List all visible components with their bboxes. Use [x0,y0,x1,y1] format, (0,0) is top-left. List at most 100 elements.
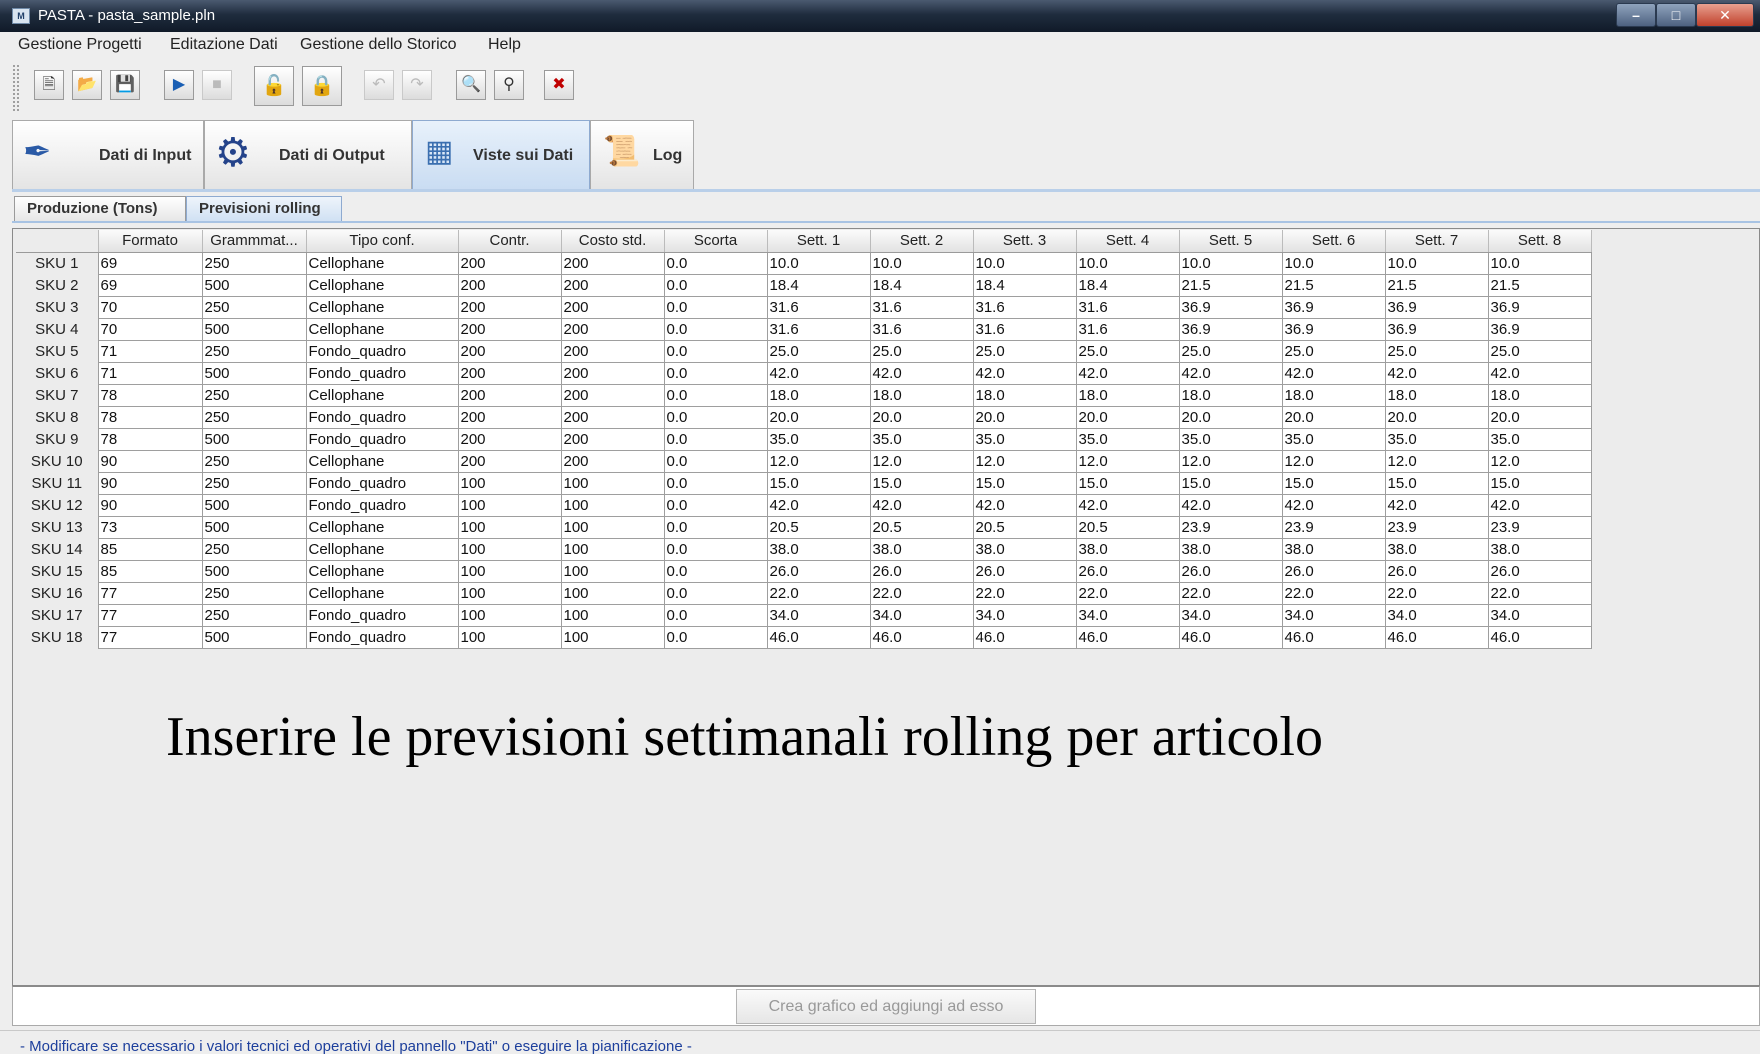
table-cell[interactable]: 31.6 [1075,317,1180,341]
table-cell[interactable]: 200 [457,405,562,429]
create-chart-button[interactable]: Crea grafico ed aggiungi ad esso [736,989,1036,1024]
column-header[interactable]: Sett. 5 [1179,230,1283,253]
table-cell[interactable]: 250 [201,405,307,429]
table-cell[interactable]: 0.0 [663,273,768,297]
table-cell[interactable]: 100 [560,515,665,539]
table-cell[interactable]: 25.0 [972,339,1077,363]
table-cell[interactable]: 250 [201,251,307,275]
table-cell[interactable]: 21.5 [1487,273,1592,297]
table-cell[interactable]: 10.0 [766,251,871,275]
table-cell[interactable]: 42.0 [1384,361,1489,385]
table-cell[interactable]: Fondo_quadro [305,427,459,451]
table-cell[interactable]: 0.0 [663,383,768,407]
table-cell[interactable]: 46.0 [1487,625,1592,649]
table-cell[interactable]: 0.0 [663,515,768,539]
tab-dati-output[interactable]: ⚙ Dati di Output [204,120,412,190]
column-header[interactable]: Sett. 1 [767,230,871,253]
column-header[interactable]: Sett. 3 [973,230,1077,253]
table-cell[interactable]: 22.0 [1075,581,1180,605]
subtab-produzione[interactable]: Produzione (Tons) [14,196,186,222]
table-cell[interactable]: 200 [457,361,562,385]
table-cell[interactable]: 36.9 [1384,317,1489,341]
table-cell[interactable]: 70 [97,295,203,319]
table-cell[interactable]: 42.0 [869,361,974,385]
table-cell[interactable]: 18.0 [1178,383,1283,407]
table-cell[interactable]: 46.0 [1281,625,1386,649]
tab-viste-sui-dati[interactable]: ▦ Viste sui Dati [412,120,590,190]
table-cell[interactable]: 200 [457,339,562,363]
column-header[interactable]: Grammmat... [202,230,307,253]
table-cell[interactable]: 20.0 [869,405,974,429]
table-cell[interactable]: 42.0 [1384,493,1489,517]
table-cell[interactable]: 22.0 [1178,581,1283,605]
column-header[interactable]: Sett. 6 [1282,230,1386,253]
table-cell[interactable]: 0.0 [663,603,768,627]
save-icon[interactable]: 💾 [110,70,140,100]
table-cell[interactable]: 100 [560,625,665,649]
table-cell[interactable]: 12.0 [972,449,1077,473]
table-cell[interactable]: 18.4 [869,273,974,297]
table-cell[interactable]: 34.0 [869,603,974,627]
table-cell[interactable]: 200 [560,449,665,473]
table-cell[interactable]: 22.0 [1487,581,1592,605]
table-cell[interactable]: 34.0 [1281,603,1386,627]
table-cell[interactable]: 69 [97,273,203,297]
table-cell[interactable]: 34.0 [1384,603,1489,627]
table-cell[interactable]: 20.0 [1178,405,1283,429]
table-cell[interactable]: 36.9 [1178,317,1283,341]
tab-log[interactable]: 📜 Log [590,120,694,190]
table-cell[interactable]: 200 [560,339,665,363]
table-cell[interactable]: 200 [457,295,562,319]
table-cell[interactable]: 78 [97,383,203,407]
run-icon[interactable]: ▶ [164,70,194,100]
column-header[interactable]: Sett. 4 [1076,230,1180,253]
table-cell[interactable]: 31.6 [972,295,1077,319]
toolbar-grip[interactable] [12,64,20,112]
table-cell[interactable]: 46.0 [1075,625,1180,649]
table-cell[interactable]: 18.4 [766,273,871,297]
table-cell[interactable]: 10.0 [869,251,974,275]
subtab-previsioni-rolling[interactable]: Previsioni rolling [186,196,342,222]
table-cell[interactable]: 20.0 [1384,405,1489,429]
table-cell[interactable]: 77 [97,581,203,605]
table-cell[interactable]: 500 [201,361,307,385]
table-cell[interactable]: 36.9 [1384,295,1489,319]
table-cell[interactable]: 38.0 [1075,537,1180,561]
table-cell[interactable]: 42.0 [972,361,1077,385]
table-cell[interactable]: 18.0 [1075,383,1180,407]
table-cell[interactable]: 31.6 [766,317,871,341]
table-cell[interactable]: 12.0 [1487,449,1592,473]
table-cell[interactable]: 18.0 [1384,383,1489,407]
table-cell[interactable]: 25.0 [1384,339,1489,363]
table-cell[interactable]: 200 [560,295,665,319]
table-cell[interactable]: Cellophane [305,317,459,341]
table-cell[interactable]: 18.4 [1075,273,1180,297]
table-cell[interactable]: 10.0 [972,251,1077,275]
table-cell[interactable]: 100 [457,515,562,539]
table-cell[interactable]: Cellophane [305,537,459,561]
table-cell[interactable]: 31.6 [1075,295,1180,319]
table-cell[interactable]: 42.0 [1178,493,1283,517]
table-cell[interactable]: 15.0 [766,471,871,495]
table-cell[interactable]: 26.0 [1384,559,1489,583]
table-cell[interactable]: Cellophane [305,273,459,297]
table-cell[interactable]: 100 [560,581,665,605]
table-cell[interactable]: 200 [457,427,562,451]
table-cell[interactable]: 78 [97,405,203,429]
table-cell[interactable]: 36.9 [1178,295,1283,319]
redo-icon[interactable]: ↷ [402,70,432,100]
table-cell[interactable]: 26.0 [1487,559,1592,583]
table-cell[interactable]: 38.0 [869,537,974,561]
table-cell[interactable]: 0.0 [663,493,768,517]
table-cell[interactable]: Fondo_quadro [305,339,459,363]
table-cell[interactable]: 20.0 [1075,405,1180,429]
table-cell[interactable]: 15.0 [869,471,974,495]
table-cell[interactable]: 25.0 [766,339,871,363]
table-cell[interactable]: 46.0 [1178,625,1283,649]
table-cell[interactable]: 23.9 [1178,515,1283,539]
table-cell[interactable]: Cellophane [305,515,459,539]
table-cell[interactable]: Cellophane [305,559,459,583]
table-cell[interactable]: 500 [201,559,307,583]
table-cell[interactable]: 70 [97,317,203,341]
open-folder-icon[interactable]: 📂 [72,70,102,100]
